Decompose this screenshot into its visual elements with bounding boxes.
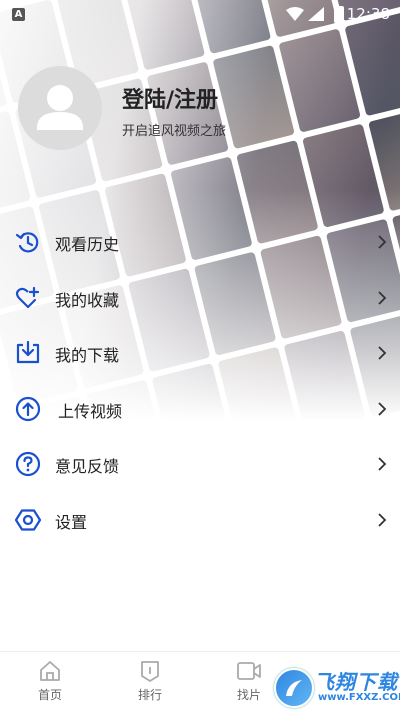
menu-item-label: 我的下载	[55, 346, 120, 366]
menu-item-label: 上传视频	[58, 401, 123, 421]
nav-label: 首页	[37, 688, 62, 702]
menu-item-feedback[interactable]: 意见反馈	[0, 437, 400, 493]
menu-item-downloads[interactable]: 我的下载	[0, 326, 400, 382]
rank-icon	[141, 661, 159, 682]
battery-icon	[334, 6, 344, 23]
video-camera-icon	[237, 662, 261, 680]
profile-subtitle: 开启追风视频之旅	[122, 124, 227, 139]
notification-icon: A	[12, 8, 25, 21]
history-icon	[15, 232, 39, 253]
heart-plus-icon	[15, 286, 40, 308]
home-icon	[40, 661, 60, 681]
status-time: 12:38	[346, 5, 390, 23]
watermark-emblem-icon	[274, 668, 314, 708]
watermark-text: 飞翔下载	[314, 670, 398, 694]
menu-item-label: 观看历史	[55, 235, 120, 254]
nav-home[interactable]: 首页	[20, 660, 80, 703]
menu-item-favorites[interactable]: 我的收藏	[0, 271, 400, 327]
chevron-right-icon	[378, 457, 387, 472]
status-bar: A 12:38	[0, 0, 400, 30]
menu-item-label: 意见反馈	[55, 457, 120, 477]
question-icon	[15, 452, 41, 477]
chevron-right-icon	[378, 346, 387, 360]
signal-icon	[308, 7, 324, 21]
settings-hexagon-icon	[15, 509, 41, 531]
watermark-url: www.FXXZ.COM	[318, 692, 400, 703]
avatar[interactable]	[18, 66, 102, 150]
upload-icon	[15, 396, 41, 421]
login-register-link[interactable]: 登陆/注册	[122, 82, 218, 114]
download-icon	[16, 341, 40, 364]
menu-item-label: 我的收藏	[55, 290, 120, 310]
nav-label: 找片	[236, 688, 261, 702]
watermark-logo: 飞翔下载 www.FXXZ.COM	[272, 660, 400, 710]
menu-item-settings[interactable]: 设置	[0, 493, 400, 549]
menu-item-history[interactable]: 观看历史	[0, 215, 400, 271]
wifi-icon	[286, 7, 304, 21]
nav-label: 排行	[137, 688, 162, 702]
nav-find[interactable]: 找片	[219, 660, 279, 703]
chevron-right-icon	[378, 290, 387, 305]
menu-list: 观看历史 我的收藏 我的下载 上传视频 意见反馈 设置	[0, 215, 400, 549]
chevron-right-icon	[378, 235, 387, 249]
menu-item-upload[interactable]: 上传视频	[0, 382, 400, 438]
chevron-right-icon	[378, 402, 387, 416]
nav-rank[interactable]: 排行	[120, 660, 180, 703]
chevron-right-icon	[378, 513, 387, 527]
menu-item-label: 设置	[55, 512, 88, 532]
user-silhouette-icon	[37, 85, 83, 130]
